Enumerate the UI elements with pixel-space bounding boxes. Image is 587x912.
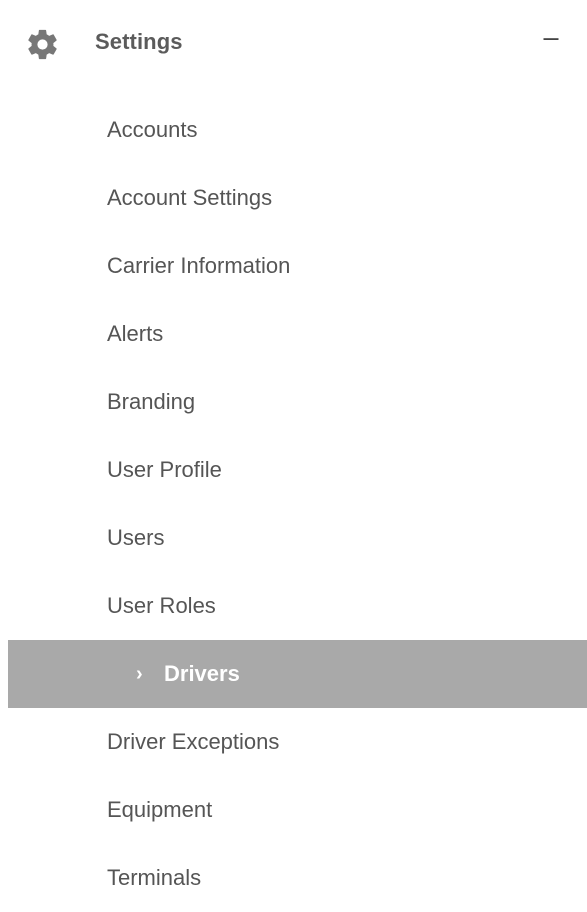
- menu-item-label: User Roles: [107, 593, 216, 618]
- menu-item-user-roles[interactable]: User Roles: [0, 572, 587, 640]
- menu-item-equipment[interactable]: Equipment: [0, 776, 587, 844]
- menu-item-label: Accounts: [107, 117, 198, 142]
- menu-item-label: Terminals: [107, 865, 202, 890]
- menu-item-label: Drivers: [164, 661, 240, 686]
- menu-item-label: Users: [107, 525, 165, 550]
- menu-item-driver-exceptions[interactable]: Driver Exceptions: [0, 708, 587, 776]
- menu-item-label: Alerts: [107, 321, 164, 346]
- menu-item-carrier-information[interactable]: Carrier Information: [0, 232, 587, 300]
- settings-title: Settings: [95, 29, 183, 54]
- menu-item-users[interactable]: Users: [0, 504, 587, 572]
- settings-menu: Settings – Accounts Account Settings Car…: [0, 0, 587, 909]
- menu-item-user-profile[interactable]: User Profile: [0, 436, 587, 504]
- menu-item-label: Driver Exceptions: [107, 729, 280, 754]
- menu-item-accounts[interactable]: Accounts: [0, 96, 587, 164]
- menu-item-account-settings[interactable]: Account Settings: [0, 164, 587, 232]
- menu-item-label: Branding: [107, 389, 196, 414]
- menu-item-label: Account Settings: [107, 185, 273, 210]
- menu-item-terminals[interactable]: Terminals: [0, 844, 587, 912]
- menu-item-branding[interactable]: Branding: [0, 368, 587, 436]
- settings-header[interactable]: Settings –: [0, 0, 587, 88]
- menu-item-alerts[interactable]: Alerts: [0, 300, 587, 368]
- menu-item-label: User Profile: [107, 457, 222, 482]
- collapse-icon[interactable]: –: [540, 23, 562, 51]
- menu-item-label: Carrier Information: [107, 253, 291, 278]
- chevron-right-icon: ›: [136, 663, 143, 685]
- menu-item-drivers[interactable]: › Drivers: [8, 640, 587, 708]
- menu-item-label: Equipment: [107, 797, 213, 822]
- settings-item-list: Accounts Account Settings Carrier Inform…: [0, 96, 587, 912]
- gear-icon: [28, 29, 57, 60]
